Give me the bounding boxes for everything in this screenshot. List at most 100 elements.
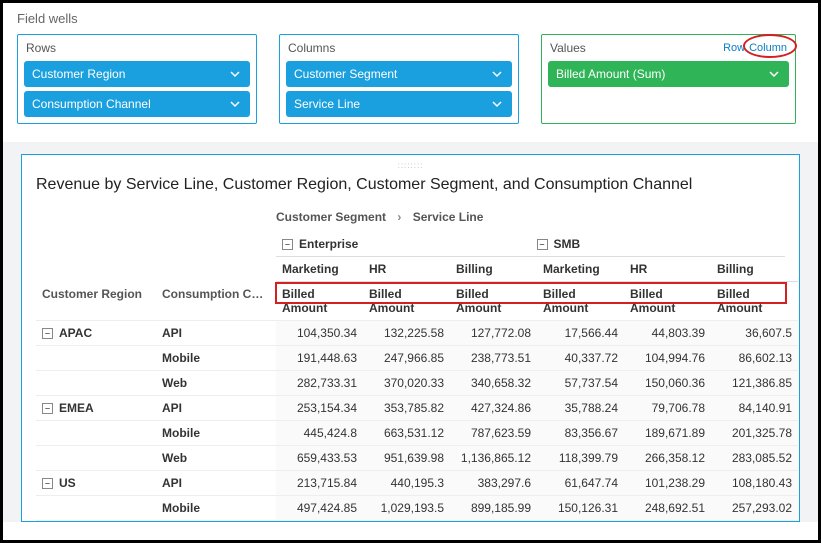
value-cell: 253,154.34 [276, 395, 363, 420]
value-cell: 191,448.63 [276, 345, 363, 370]
collapse-icon[interactable]: – [282, 239, 293, 250]
channel-cell: API [156, 321, 276, 345]
service-line-header-row: Marketing HR Billing Marketing HR Billin… [36, 257, 785, 282]
rows-well[interactable]: Rows Customer Region Consumption Channel [17, 34, 257, 124]
channel-cell: Web [156, 521, 276, 522]
data-rows: –APACAPI104,350.34132,225.58127,772.0817… [36, 320, 785, 522]
wells-row: Rows Customer Region Consumption Channel… [17, 34, 804, 124]
value-cell: 663,531.12 [363, 420, 450, 445]
value-chip-billed-amount[interactable]: Billed Amount (Sum) [548, 61, 789, 87]
collapse-icon[interactable]: – [42, 478, 53, 489]
value-cell: 36,607.5 [711, 320, 798, 345]
value-cell: 1,466,952.72 [363, 520, 450, 522]
value-cell: 899,185.99 [450, 495, 537, 520]
region-cell[interactable]: –EMEA [36, 396, 156, 420]
service-line-header[interactable]: Billing [450, 257, 537, 282]
region-name: US [59, 476, 76, 490]
breadcrumb-item[interactable]: Service Line [413, 210, 484, 224]
col-chip-customer-segment[interactable]: Customer Segment [286, 61, 512, 87]
value-cell: 108,180.43 [711, 470, 798, 495]
values-orient-toggle: Row Column [723, 42, 787, 54]
breadcrumb-item[interactable]: Customer Segment [276, 210, 386, 224]
service-line-header[interactable]: HR [363, 257, 450, 282]
value-cell: 383,297.6 [450, 470, 537, 495]
service-line-header[interactable]: Marketing [537, 257, 624, 282]
value-cell: 497,424.85 [276, 495, 363, 520]
channel-cell: API [156, 396, 276, 420]
row-header-channel[interactable]: Consumption C… [156, 282, 276, 320]
metric-header-row: Customer Region Consumption C… Billed Am… [36, 282, 785, 320]
value-cell: 61,647.74 [537, 470, 624, 495]
row-chip-customer-region[interactable]: Customer Region [24, 61, 250, 87]
channel-cell: API [156, 471, 276, 495]
service-line-header[interactable]: Marketing [276, 257, 363, 282]
segment-header-enterprise[interactable]: – Enterprise [276, 232, 531, 257]
value-cell: 445,424.8 [276, 420, 363, 445]
drag-handle-icon[interactable]: :::::::: [36, 161, 785, 170]
value-cell: 121,386.85 [711, 370, 798, 395]
chip-label: Customer Segment [294, 67, 397, 81]
collapse-icon[interactable]: – [42, 328, 53, 339]
table-row: Mobile191,448.63247,966.85238,773.5140,3… [36, 345, 785, 370]
service-line-header[interactable]: HR [624, 257, 711, 282]
columns-well[interactable]: Columns Customer Segment Service Line [279, 34, 519, 124]
value-cell: 440,195.3 [363, 470, 450, 495]
chip-label: Service Line [294, 97, 360, 111]
region-cell[interactable]: –US [36, 471, 156, 495]
value-cell: 714,712.03 [276, 520, 363, 522]
col-chip-service-line[interactable]: Service Line [286, 91, 512, 117]
channel-cell: Mobile [156, 346, 276, 370]
value-cell: 787,623.59 [450, 420, 537, 445]
value-cell: 350,534.51 [624, 520, 711, 522]
pivot-table[interactable]: – Enterprise – SMB Marketing HR Billing [36, 232, 785, 522]
collapse-icon[interactable]: – [537, 239, 548, 250]
chip-label: Customer Region [32, 67, 125, 81]
value-cell: 1,136,865.12 [450, 445, 537, 470]
chip-label: Consumption Channel [32, 97, 151, 111]
region-cell [36, 521, 156, 522]
value-cell: 189,671.89 [624, 420, 711, 445]
region-cell[interactable]: –APAC [36, 321, 156, 345]
value-cell: 118,399.79 [537, 445, 624, 470]
region-name: APAC [59, 326, 92, 340]
channel-cell: Web [156, 446, 276, 470]
service-line-header[interactable]: Billing [711, 257, 798, 282]
value-cell: 283,085.52 [711, 445, 798, 470]
collapse-icon[interactable]: – [42, 403, 53, 414]
table-row: Mobile445,424.8663,531.12787,623.5983,35… [36, 420, 785, 445]
value-cell: 127,772.08 [450, 320, 537, 345]
value-cell: 282,733.31 [276, 370, 363, 395]
values-label: Values [550, 41, 586, 55]
visual-card[interactable]: :::::::: Revenue by Service Line, Custom… [21, 154, 800, 522]
value-cell: 101,238.29 [624, 470, 711, 495]
channel-cell: Mobile [156, 421, 276, 445]
value-cell: 951,639.98 [363, 445, 450, 470]
value-cell: 659,433.53 [276, 445, 363, 470]
value-cell: 132,225.58 [363, 320, 450, 345]
segment-label: Enterprise [299, 237, 358, 251]
segment-header-smb[interactable]: – SMB [531, 232, 786, 257]
metric-header: Billed Amount [363, 282, 450, 320]
table-row: Mobile497,424.851,029,193.5899,185.99150… [36, 495, 785, 520]
row-header-region[interactable]: Customer Region [36, 282, 156, 320]
metric-header: Billed Amount [537, 282, 624, 320]
table-row: Web282,733.31370,020.33340,658.3257,737.… [36, 370, 785, 395]
chip-label: Billed Amount (Sum) [556, 67, 665, 81]
value-cell: 86,602.13 [711, 345, 798, 370]
values-well-header: Values Row Column [548, 41, 789, 61]
visual-title: Revenue by Service Line, Customer Region… [36, 176, 785, 194]
orient-row-link[interactable]: Row [723, 42, 745, 54]
value-cell: 266,358.12 [624, 445, 711, 470]
region-cell [36, 371, 156, 395]
value-cell: 104,350.34 [276, 320, 363, 345]
value-cell: 1,284,108.35 [450, 520, 537, 522]
value-cell: 83,356.67 [537, 420, 624, 445]
value-cell: 247,966.85 [363, 345, 450, 370]
table-row: Web659,433.53951,639.981,136,865.12118,3… [36, 445, 785, 470]
value-cell: 257,293.02 [711, 495, 798, 520]
row-chip-consumption-channel[interactable]: Consumption Channel [24, 91, 250, 117]
app-root: Field wells Rows Customer Region Consump… [3, 3, 818, 540]
values-well[interactable]: Values Row Column Billed Amount (Sum) [541, 34, 796, 124]
value-cell: 150,126.31 [537, 495, 624, 520]
orient-column-link[interactable]: Column [749, 42, 787, 54]
